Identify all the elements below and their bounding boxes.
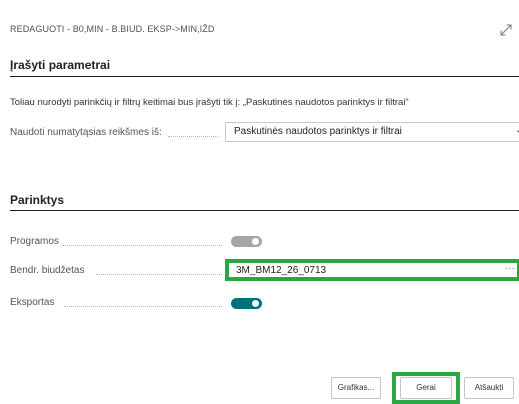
export-toggle[interactable] bbox=[231, 298, 262, 309]
defaults-source-select[interactable]: Paskutinės naudotos parinktys ir filtrai bbox=[225, 122, 519, 142]
more-options-icon[interactable]: ··· bbox=[505, 263, 515, 274]
label-leader-dots bbox=[64, 306, 222, 307]
budget-value: 3M_BM12_26_0713 bbox=[236, 265, 327, 276]
section-divider bbox=[10, 76, 519, 77]
budget-field[interactable]: 3M_BM12_26_0713 ··· bbox=[225, 259, 519, 281]
toggle-knob bbox=[252, 238, 259, 245]
toggle-knob bbox=[252, 300, 259, 307]
export-label: Eksportas bbox=[10, 297, 55, 308]
cancel-button[interactable]: Atšaukti bbox=[464, 377, 514, 399]
label-leader-dots bbox=[96, 274, 222, 275]
defaults-source-label: Naudoti numatytąsias reikšmes iš: bbox=[10, 127, 162, 138]
label-leader-dots bbox=[62, 245, 222, 246]
programs-label: Programos bbox=[10, 236, 59, 247]
dialog-title: REDAGUOTI - B0,MIN - B.BIUD. EKSP->MIN,I… bbox=[10, 24, 215, 34]
options-heading: Parinktys bbox=[10, 193, 65, 207]
ok-button[interactable]: Gerai bbox=[400, 377, 452, 399]
programs-toggle[interactable] bbox=[231, 236, 262, 247]
schedule-button[interactable]: Grafikas... bbox=[331, 377, 381, 399]
saved-parameters-heading: Įrašyti parametrai bbox=[10, 58, 111, 72]
label-leader-dots bbox=[168, 136, 218, 137]
budget-label: Bendr. biudžetas bbox=[10, 265, 85, 276]
section-divider bbox=[10, 210, 519, 211]
saved-parameters-info-text: Toliau nurodyti parinkčių ir filtrų keit… bbox=[10, 97, 409, 108]
defaults-source-value: Paskutinės naudotos parinktys ir filtrai bbox=[234, 126, 402, 137]
expand-icon[interactable] bbox=[498, 22, 514, 38]
